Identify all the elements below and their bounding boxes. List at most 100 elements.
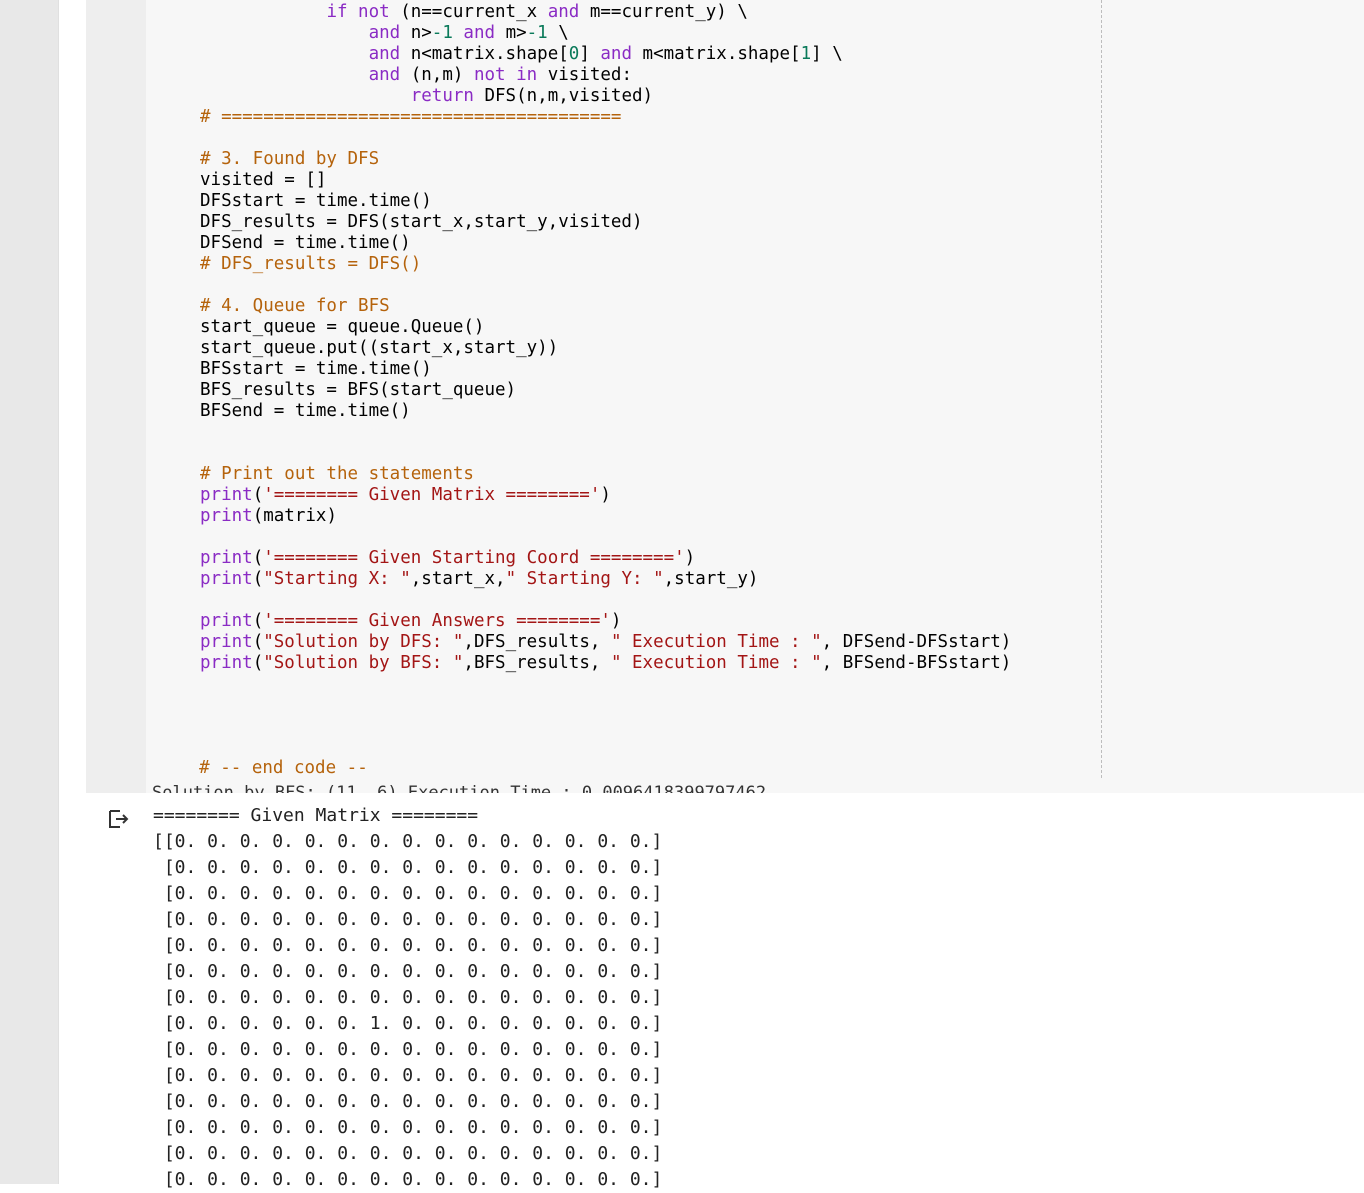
- code-token: (n==current_x: [400, 2, 548, 22]
- code-token: # 3. Found by DFS: [200, 149, 380, 169]
- code-token: return: [410, 86, 474, 106]
- page-left-gutter: [0, 0, 58, 1184]
- code-token: ): [684, 548, 696, 568]
- output-line: [0. 0. 0. 0. 0. 0. 0. 0. 0. 0. 0. 0. 0. …: [153, 1091, 663, 1112]
- code-token: not in: [473, 65, 538, 85]
- code-line: print('======== Given Starting Coord ===…: [200, 548, 695, 569]
- code-line: return DFS(n,m,visited): [200, 86, 653, 107]
- code-token: print: [200, 506, 253, 526]
- code-token: n<matrix.shape[: [400, 44, 569, 64]
- code-line: print("Starting X: ",start_x," Starting …: [200, 569, 758, 590]
- code-token: and: [368, 44, 401, 64]
- code-token: -1: [431, 23, 453, 43]
- code-token: ,DFS_results,: [463, 632, 611, 652]
- code-token: DFSstart = time.time(): [200, 191, 432, 211]
- code-token: "Solution by BFS: ": [263, 653, 464, 673]
- code-line: BFS_results = BFS(start_queue): [200, 380, 516, 401]
- code-line: start_queue.put((start_x,start_y)): [200, 338, 558, 359]
- code-token: # ======================================: [200, 107, 622, 127]
- code-token: (: [252, 485, 264, 505]
- code-token: ] \: [811, 44, 843, 64]
- code-token: (: [252, 611, 264, 631]
- output-line: [0. 0. 0. 0. 0. 0. 0. 0. 0. 0. 0. 0. 0. …: [153, 1169, 663, 1190]
- output-text: ======== Given Matrix ======== [[0. 0. 0.…: [153, 803, 662, 1193]
- code-token: DFS_results = DFS(start_x,start_y,visite…: [200, 212, 643, 232]
- output-line: [0. 0. 0. 0. 0. 0. 0. 0. 0. 0. 0. 0. 0. …: [153, 883, 663, 904]
- output-line: [0. 0. 0. 0. 0. 0. 0. 0. 0. 0. 0. 0. 0. …: [153, 1143, 663, 1164]
- code-token: start_queue.put((start_x,start_y)): [200, 338, 559, 358]
- output-line: [0. 0. 0. 0. 0. 0. 0. 0. 0. 0. 0. 0. 0. …: [153, 961, 663, 982]
- code-token: # 4. Queue for BFS: [200, 296, 390, 316]
- output-line: [0. 0. 0. 0. 0. 0. 0. 0. 0. 0. 0. 0. 0. …: [153, 1117, 663, 1138]
- code-token: start_queue = queue.Queue(): [200, 317, 485, 337]
- code-token: ,BFS_results,: [463, 653, 611, 673]
- code-line: print(matrix): [200, 506, 337, 527]
- output-line: ======== Given Matrix ========: [153, 805, 479, 826]
- code-line: # ======================================: [200, 107, 621, 128]
- code-token: ,start_x,: [410, 569, 506, 589]
- code-line: print('======== Given Matrix ========'): [200, 485, 611, 506]
- code-token: visited:: [537, 65, 632, 85]
- code-token: n>: [400, 23, 432, 43]
- code-token: (: [252, 653, 264, 673]
- output-line: [0. 0. 0. 0. 0. 0. 0. 0. 0. 0. 0. 0. 0. …: [153, 1039, 663, 1060]
- code-token: (matrix): [252, 506, 337, 526]
- code-line: DFS_results = DFS(start_x,start_y,visite…: [200, 212, 643, 233]
- code-token: (: [252, 569, 264, 589]
- code-token: and: [463, 23, 496, 43]
- code-token: " Execution Time : ": [610, 632, 822, 652]
- code-token: and: [368, 23, 401, 43]
- code-token: print: [200, 485, 253, 505]
- output-line: [0. 0. 0. 0. 0. 0. 0. 0. 0. 0. 0. 0. 0. …: [153, 909, 663, 930]
- code-token: " Starting Y: ": [505, 569, 664, 589]
- code-line: and (n,m) not in visited:: [200, 65, 632, 86]
- code-line: visited = []: [200, 170, 326, 191]
- code-line: print("Solution by DFS: ",DFS_results, "…: [200, 632, 1011, 653]
- code-line: # 3. Found by DFS: [200, 149, 379, 170]
- code-line: # 4. Queue for BFS: [200, 296, 390, 317]
- code-token: if not: [326, 2, 401, 22]
- code-cell[interactable]: if not (n==current_x and m==current_y) \…: [86, 0, 1364, 793]
- output-line: [[0. 0. 0. 0. 0. 0. 0. 0. 0. 0. 0. 0. 0.…: [153, 831, 663, 852]
- code-token: BFS_results = BFS(start_queue): [200, 380, 517, 400]
- code-token: DFSend = time.time(): [200, 233, 411, 253]
- code-line: BFSend = time.time(): [200, 401, 411, 422]
- cell-gutter: [86, 0, 146, 793]
- code-token: (: [252, 632, 264, 652]
- code-token: print: [200, 653, 253, 673]
- code-line: BFSstart = time.time(): [200, 359, 432, 380]
- output-line: [0. 0. 0. 0. 0. 0. 0. 0. 0. 0. 0. 0. 0. …: [153, 1065, 663, 1086]
- code-token: "Starting X: ": [263, 569, 411, 589]
- code-line: # Print out the statements: [200, 464, 474, 485]
- code-token: , DFSend-DFSstart): [821, 632, 1012, 652]
- code-token: print: [200, 548, 253, 568]
- notebook-edge: [58, 0, 87, 1184]
- code-token: , BFSend-BFSstart): [821, 653, 1012, 673]
- code-line: print('======== Given Answers ========'): [200, 611, 621, 632]
- end-code-comment: # -- end code --: [199, 758, 368, 778]
- code-line: if not (n==current_x and m==current_y) \: [200, 2, 748, 23]
- code-token: m<matrix.shape[: [632, 44, 801, 64]
- code-line: DFSend = time.time(): [200, 233, 411, 254]
- code-token: "Solution by DFS: ": [263, 632, 464, 652]
- code-token: m>: [495, 23, 527, 43]
- code-token: m==current_y) \: [579, 2, 748, 22]
- code-token: print: [200, 632, 253, 652]
- output-line: [0. 0. 0. 0. 0. 0. 0. 0. 0. 0. 0. 0. 0. …: [153, 935, 663, 956]
- code-token: visited = []: [200, 170, 327, 190]
- code-token: ,start_y): [663, 569, 759, 589]
- code-line: start_queue = queue.Queue(): [200, 317, 484, 338]
- code-token: (: [252, 548, 264, 568]
- output-line: [0. 0. 0. 0. 0. 0. 0. 0. 0. 0. 0. 0. 0. …: [153, 857, 663, 878]
- code-token: ): [600, 485, 611, 505]
- code-token: and: [600, 44, 632, 64]
- output-redirect-icon[interactable]: [106, 807, 130, 831]
- clipped-output-line: Solution by BFS: (11, 6) Execution Time …: [152, 783, 767, 793]
- code-line: # DFS_results = DFS(): [200, 254, 421, 275]
- code-token: " Execution Time : ": [610, 653, 822, 673]
